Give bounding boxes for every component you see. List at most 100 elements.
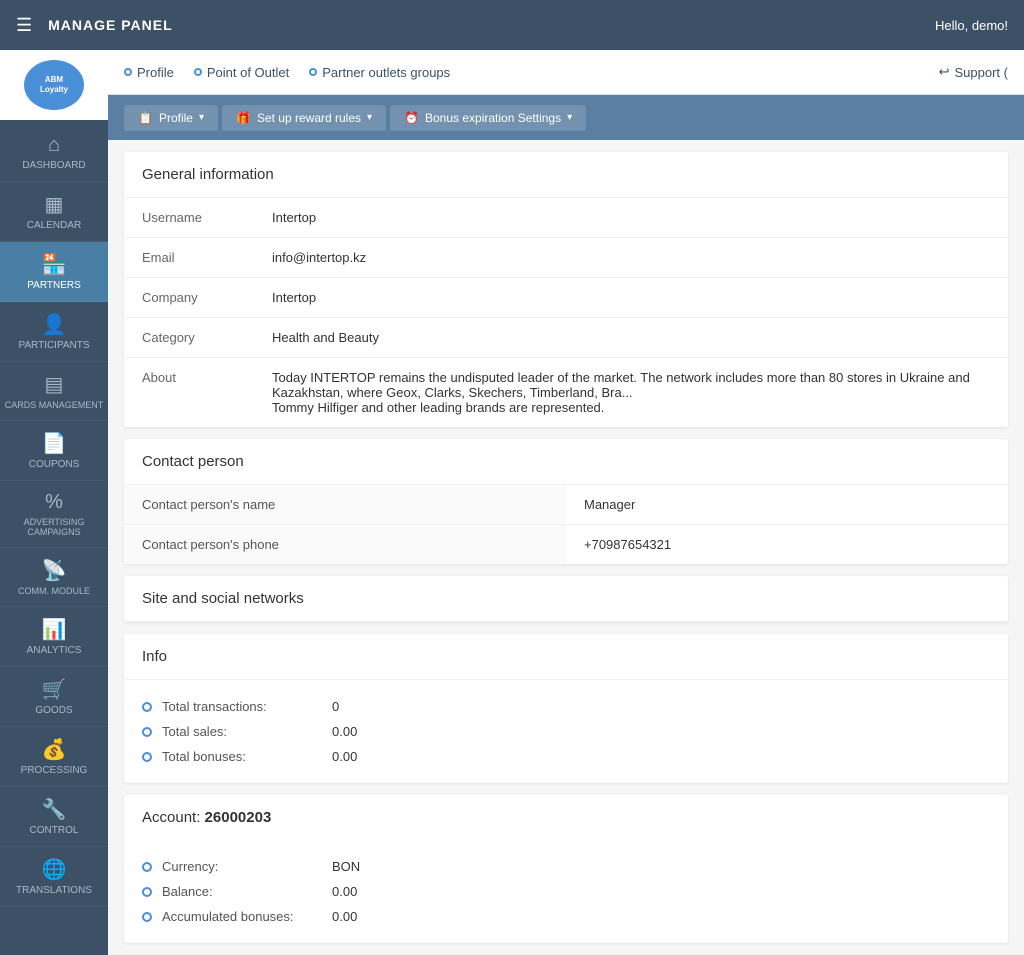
general-info-table: Username Intertop Email info@intertop.kz… xyxy=(124,198,1008,427)
sidebar-item-partners[interactable]: 🏪 PARTNERS xyxy=(0,242,108,302)
sidebar-item-control[interactable]: 🔧 CONTROL xyxy=(0,787,108,847)
username-label: Username xyxy=(124,198,254,238)
table-row: Company Intertop xyxy=(124,278,1008,318)
sidebar-item-coupons[interactable]: 📄 COUPONS xyxy=(0,421,108,481)
sidebar-item-calendar[interactable]: ▦ CALENDAR xyxy=(0,182,108,242)
top-bar: ☰ MANAGE PANEL Hello, demo! xyxy=(0,0,1024,50)
list-item: Currency: BON xyxy=(142,854,990,879)
sidebar-item-cards[interactable]: ▤ CARDS MANAGEMENT xyxy=(0,362,108,421)
sidebar-item-advertising[interactable]: % ADVERTISING CAMPAIGNS xyxy=(0,481,108,548)
contact-person-section: Contact person Contact person's name Man… xyxy=(124,439,1008,564)
breadcrumb-profile[interactable]: Profile xyxy=(124,65,174,80)
list-item: Accumulated bonuses: 0.00 xyxy=(142,904,990,929)
company-value: Intertop xyxy=(254,278,1008,318)
partners-icon: 🏪 xyxy=(42,252,67,277)
table-row: Category Health and Beauty xyxy=(124,318,1008,358)
total-bonuses-value: 0.00 xyxy=(332,749,357,764)
logo-text: ABMLoyalty xyxy=(40,75,68,94)
general-info-section: General information Username Intertop Em… xyxy=(124,152,1008,427)
sidebar-label-participants: PARTICIPANTS xyxy=(18,340,89,351)
breadcrumb-point-of-outlet[interactable]: Point of Outlet xyxy=(194,65,289,80)
profile-subnav-button[interactable]: 📋 Profile ▾ xyxy=(124,105,218,131)
setup-reward-chevron-icon: ▾ xyxy=(367,112,372,123)
sidebar-item-comm-module[interactable]: 📡 COMM. MODULE xyxy=(0,548,108,607)
breadcrumb-dot-profile xyxy=(124,68,132,76)
profile-subnav-label: Profile xyxy=(159,111,193,125)
site-social-header: Site and social networks xyxy=(124,576,1008,622)
profile-subnav-icon: 📋 xyxy=(138,111,153,125)
balance-value: 0.00 xyxy=(332,884,357,899)
circle-icon xyxy=(142,752,152,762)
sidebar-item-goods[interactable]: 🛒 GOODS xyxy=(0,667,108,727)
sub-nav-bar: 📋 Profile ▾ 🎁 Set up reward rules ▾ ⏰ Bo… xyxy=(108,95,1024,140)
sidebar-label-control: CONTROL xyxy=(30,825,79,836)
breadcrumb-bar: Profile Point of Outlet Partner outlets … xyxy=(108,50,1024,95)
breadcrumb-partner-groups[interactable]: Partner outlets groups xyxy=(309,65,450,80)
breadcrumb-dot-partner xyxy=(309,68,317,76)
contact-name-value: Manager xyxy=(566,485,1008,525)
hello-text: Hello, demo! xyxy=(935,18,1008,33)
table-row: Username Intertop xyxy=(124,198,1008,238)
list-item: Total bonuses: 0.00 xyxy=(142,744,990,769)
username-value: Intertop xyxy=(254,198,1008,238)
sidebar-label-analytics: ANALYTICS xyxy=(27,645,82,656)
total-bonuses-label: Total bonuses: xyxy=(162,749,322,764)
list-item: Balance: 0.00 xyxy=(142,879,990,904)
hamburger-icon[interactable]: ☰ xyxy=(16,15,32,36)
participants-icon: 👤 xyxy=(42,312,67,337)
currency-value: BON xyxy=(332,859,360,874)
sidebar-item-analytics[interactable]: 📊 ANALYTICS xyxy=(0,607,108,667)
comm-module-icon: 📡 xyxy=(42,558,67,583)
sidebar-item-processing[interactable]: 💰 PROCESSING xyxy=(0,727,108,787)
category-label: Category xyxy=(124,318,254,358)
sidebar-label-calendar: CALENDAR xyxy=(27,220,81,231)
total-sales-value: 0.00 xyxy=(332,724,357,739)
table-row: Contact person's name Manager xyxy=(124,485,1008,525)
goods-icon: 🛒 xyxy=(42,677,67,702)
advertising-icon: % xyxy=(45,491,63,514)
sidebar-item-translations[interactable]: 🌐 TRANSLATIONS xyxy=(0,847,108,907)
dashboard-icon: ⌂ xyxy=(48,134,60,157)
balance-label: Balance: xyxy=(162,884,322,899)
info-list: Total transactions: 0 Total sales: 0.00 … xyxy=(124,680,1008,783)
total-transactions-label: Total transactions: xyxy=(162,699,322,714)
sidebar-label-advertising: ADVERTISING CAMPAIGNS xyxy=(4,517,104,537)
sidebar-label-coupons: COUPONS xyxy=(29,459,80,470)
bonus-expiration-button[interactable]: ⏰ Bonus expiration Settings ▾ xyxy=(390,105,586,131)
sidebar-label-goods: GOODS xyxy=(35,705,72,716)
list-item: Total transactions: 0 xyxy=(142,694,990,719)
support-link[interactable]: ↩ Support ( xyxy=(939,64,1008,80)
accumulated-bonuses-value: 0.00 xyxy=(332,909,357,924)
page-content: General information Username Intertop Em… xyxy=(108,140,1024,955)
setup-reward-icon: 🎁 xyxy=(236,111,251,125)
site-social-section: Site and social networks xyxy=(124,576,1008,622)
company-label: Company xyxy=(124,278,254,318)
bonus-expiration-label: Bonus expiration Settings xyxy=(425,111,561,125)
sidebar-item-dashboard[interactable]: ⌂ DASHBOARD xyxy=(0,124,108,182)
contact-phone-label: Contact person's phone xyxy=(124,525,566,565)
general-info-header: General information xyxy=(124,152,1008,198)
account-header: Account: 26000203 xyxy=(124,795,1008,840)
account-info-list: Currency: BON Balance: 0.00 Accumulated … xyxy=(124,840,1008,943)
sidebar: ABMLoyalty ⌂ DASHBOARD ▦ CALENDAR 🏪 PART… xyxy=(0,50,108,955)
cards-icon: ▤ xyxy=(45,372,64,397)
app-title: MANAGE PANEL xyxy=(48,17,935,33)
breadcrumb-label-point: Point of Outlet xyxy=(207,65,289,80)
table-row: Email info@intertop.kz xyxy=(124,238,1008,278)
breadcrumb-label-profile: Profile xyxy=(137,65,174,80)
control-icon: 🔧 xyxy=(42,797,67,822)
table-row: About Today INTERTOP remains the undispu… xyxy=(124,358,1008,428)
setup-reward-button[interactable]: 🎁 Set up reward rules ▾ xyxy=(222,105,386,131)
category-value: Health and Beauty xyxy=(254,318,1008,358)
list-item: Total sales: 0.00 xyxy=(142,719,990,744)
support-icon: ↩ xyxy=(939,64,950,80)
circle-icon xyxy=(142,912,152,922)
contact-table: Contact person's name Manager Contact pe… xyxy=(124,485,1008,564)
email-value: info@intertop.kz xyxy=(254,238,1008,278)
circle-icon xyxy=(142,702,152,712)
account-section: Account: 26000203 Currency: BON Balance:… xyxy=(124,795,1008,943)
sidebar-item-participants[interactable]: 👤 PARTICIPANTS xyxy=(0,302,108,362)
circle-icon xyxy=(142,887,152,897)
breadcrumb-dot-point xyxy=(194,68,202,76)
sidebar-label-partners: PARTNERS xyxy=(27,280,81,291)
